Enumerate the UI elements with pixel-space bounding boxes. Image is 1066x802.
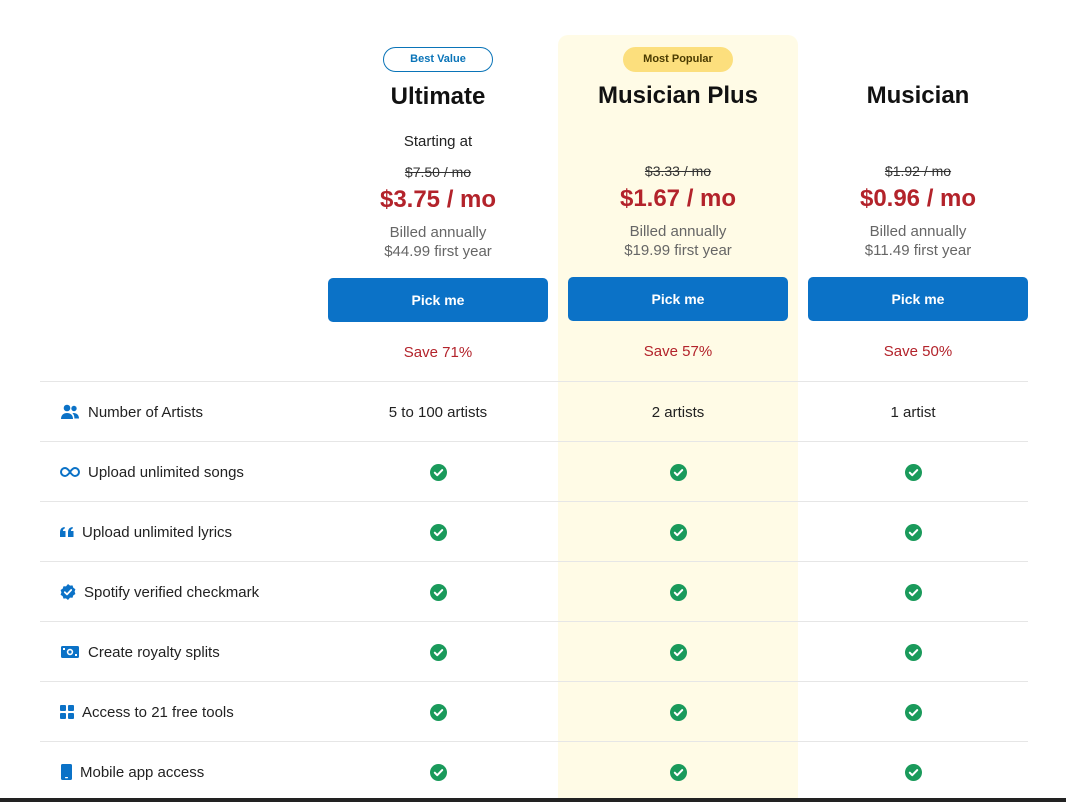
feature-label: Upload unlimited lyrics: [60, 502, 232, 562]
feature-row: Upload unlimited lyrics: [40, 501, 1028, 561]
check-circle-icon: [904, 703, 922, 721]
money-split-icon: [60, 642, 80, 662]
check-circle-icon: [429, 703, 447, 721]
check-cell: [793, 622, 1033, 682]
users-icon: [60, 402, 80, 422]
check-circle-icon: [904, 763, 922, 781]
feature-name: Upload unlimited lyrics: [82, 523, 233, 541]
check-circle-icon: [669, 643, 687, 661]
feature-name: Access to 21 free tools: [82, 703, 234, 721]
check-cell: [558, 742, 798, 802]
feature-value: 5 to 100 artists: [388, 403, 488, 421]
save-percent: Save 57%: [643, 343, 713, 360]
first-year-price: $44.99 first year: [384, 243, 492, 260]
quote-icon: [60, 522, 74, 542]
check-circle-icon: [669, 463, 687, 481]
feature-comparison-table: Number of Artists 5 to 100 artists 2 art…: [40, 381, 1028, 801]
feature-row: Create royalty splits: [40, 621, 1028, 681]
feature-label: Number of Artists: [60, 382, 203, 442]
bottom-edge: [0, 798, 1066, 802]
check-circle-icon: [429, 583, 447, 601]
infinity-icon: [60, 462, 80, 482]
pricing-page: Best Value Ultimate Starting at $7.50 / …: [0, 0, 1066, 802]
feature-name: Mobile app access: [80, 763, 205, 781]
feature-label: Upload unlimited songs: [60, 442, 244, 502]
pick-musician-plus-button[interactable]: Pick me: [568, 277, 788, 321]
check-circle-icon: [904, 523, 922, 541]
save-percent: Save 71%: [403, 344, 473, 361]
check-cell: [318, 622, 558, 682]
check-circle-icon: [429, 643, 447, 661]
original-price: $1.92 / mo: [884, 163, 952, 179]
mobile-phone-icon: [60, 762, 72, 782]
check-circle-icon: [429, 463, 447, 481]
check-circle-icon: [429, 763, 447, 781]
feature-row: Access to 21 free tools: [40, 681, 1028, 741]
check-cell: [318, 562, 558, 622]
check-circle-icon: [904, 643, 922, 661]
feature-label: Spotify verified checkmark: [60, 562, 259, 622]
check-cell: [318, 502, 558, 562]
original-price: $7.50 / mo: [404, 164, 472, 180]
billing-period: Billed annually: [869, 223, 967, 240]
check-circle-icon: [904, 463, 922, 481]
check-cell: [318, 742, 558, 802]
check-cell: [793, 562, 1033, 622]
best-value-badge: Best Value: [383, 47, 493, 72]
check-cell: [558, 682, 798, 742]
check-cell: [793, 502, 1033, 562]
feature-row: Mobile app access: [40, 741, 1028, 801]
check-cell: [318, 442, 558, 502]
check-cell: [558, 562, 798, 622]
verified-badge-icon: [60, 582, 76, 602]
plan-name: Musician: [866, 82, 970, 109]
check-circle-icon: [669, 703, 687, 721]
feature-row: Number of Artists 5 to 100 artists 2 art…: [40, 381, 1028, 441]
check-cell: [793, 442, 1033, 502]
first-year-price: $19.99 first year: [624, 242, 732, 259]
feature-label: Mobile app access: [60, 742, 204, 802]
billing-period: Billed annually: [629, 223, 727, 240]
feature-label: Access to 21 free tools: [60, 682, 234, 742]
check-circle-icon: [669, 583, 687, 601]
feature-name: Create royalty splits: [88, 643, 220, 661]
feature-row: Spotify verified checkmark: [40, 561, 1028, 621]
check-circle-icon: [429, 523, 447, 541]
most-popular-badge: Most Popular: [623, 47, 733, 72]
save-percent: Save 50%: [883, 343, 953, 360]
check-cell: [318, 682, 558, 742]
feature-name: Upload unlimited songs: [88, 463, 244, 481]
pick-ultimate-button[interactable]: Pick me: [328, 278, 548, 322]
feature-row: Upload unlimited songs: [40, 441, 1028, 501]
check-cell: [793, 742, 1033, 802]
grid-icon: [60, 702, 74, 722]
feature-name: Spotify verified checkmark: [84, 583, 260, 601]
billing-period: Billed annually: [389, 224, 487, 241]
feature-label: Create royalty splits: [60, 622, 220, 682]
plan-name: Musician Plus: [597, 82, 759, 109]
check-cell: [793, 682, 1033, 742]
pick-musician-button[interactable]: Pick me: [808, 277, 1028, 321]
feature-value: 2 artists: [651, 403, 705, 421]
sale-price: $0.96 / mo: [859, 185, 977, 212]
plan-name: Ultimate: [390, 83, 486, 110]
check-cell: [558, 622, 798, 682]
check-cell: [558, 442, 798, 502]
feature-value: 1 artist: [890, 403, 936, 421]
check-circle-icon: [904, 583, 922, 601]
check-circle-icon: [669, 523, 687, 541]
sale-price: $1.67 / mo: [619, 185, 737, 212]
first-year-price: $11.49 first year: [864, 242, 972, 259]
starting-at-label: Starting at: [403, 133, 473, 150]
check-cell: [558, 502, 798, 562]
feature-name: Number of Artists: [88, 403, 204, 421]
sale-price: $3.75 / mo: [379, 186, 497, 213]
original-price: $3.33 / mo: [644, 163, 712, 179]
check-circle-icon: [669, 763, 687, 781]
